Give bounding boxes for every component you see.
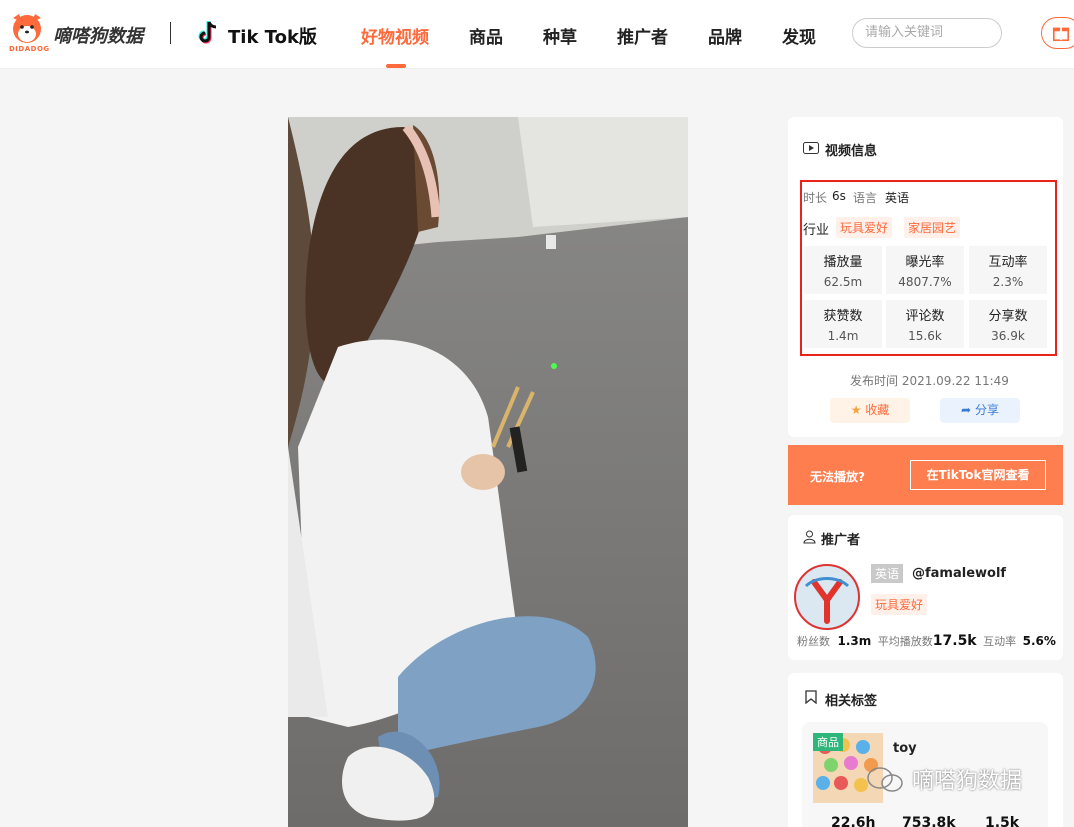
stat-exposure: 曝光率 4807.7% — [886, 246, 964, 294]
stat-value: 62.5m — [823, 275, 863, 289]
logo-text[interactable]: 嘀嗒狗数据 — [53, 22, 143, 48]
nav-discover[interactable]: 发现 — [782, 23, 816, 48]
avg-play-value: 17.5k — [932, 633, 977, 649]
video-player[interactable] — [288, 117, 688, 827]
share-label: 分享 — [974, 403, 999, 417]
stat-label: 评论数 — [905, 309, 945, 324]
stat-value: 36.9k — [991, 329, 1025, 343]
video-frame — [288, 117, 688, 827]
related-tag-name[interactable]: toy — [893, 741, 917, 756]
nav-videos[interactable]: 好物视频 — [361, 23, 429, 48]
gift-icon — [1052, 27, 1070, 42]
stat-label: 获赞数 — [823, 309, 863, 324]
product-badge: 商品 — [813, 733, 843, 751]
stat-label: 分享数 — [988, 309, 1028, 324]
related-tags-title: 相关标签 — [825, 694, 878, 709]
industry-label: 行业 — [803, 223, 830, 238]
engagement-value: 5.6% — [1022, 634, 1056, 648]
slingshot-avatar-image — [804, 577, 850, 624]
stat-value: 2.3% — [992, 275, 1024, 289]
stat-shares: 分享数 36.9k — [969, 300, 1047, 348]
stat-engagement: 互动率 2.3% — [969, 246, 1047, 294]
stat-value: 1.4m — [827, 329, 859, 343]
stat-value: 15.6k — [908, 329, 942, 343]
duration-label: 时长 — [803, 191, 828, 205]
platform-label: Tik Tok版 — [228, 27, 317, 48]
person-icon — [803, 530, 816, 544]
view-on-tiktok-button[interactable]: 在TikTok官网查看 — [910, 460, 1046, 490]
stat-plays: 播放量 62.5m — [804, 246, 882, 294]
industry-tag[interactable]: 家居园艺 — [904, 217, 961, 238]
share-button[interactable]: ➦ 分享 — [940, 398, 1020, 423]
promoter-handle[interactable]: @famalewolf — [912, 566, 1006, 581]
avg-play-label: 平均播放数 — [877, 635, 933, 648]
industry-tag[interactable]: 玩具爱好 — [836, 217, 893, 238]
collect-label: 收藏 — [865, 403, 890, 417]
collect-button[interactable]: ★ 收藏 — [830, 398, 910, 423]
related-tag-metric: 1.5k — [985, 815, 1020, 827]
followers-label: 粉丝数 — [797, 635, 830, 648]
publish-time: 发布时间 2021.09.22 11:49 — [850, 374, 1009, 388]
watermark-text: 嘀嗒狗数据 — [912, 769, 1023, 794]
star-icon: ★ — [850, 403, 862, 417]
active-nav-indicator — [386, 64, 406, 68]
gift-button[interactable] — [1041, 17, 1074, 49]
avatar[interactable] — [794, 564, 860, 630]
promoter-title: 推广者 — [821, 533, 861, 548]
logo-subtext: DIDADOG — [9, 45, 50, 53]
video-info-title: 视频信息 — [825, 144, 878, 159]
related-tag-metric: 22.6h — [831, 815, 876, 827]
stat-label: 曝光率 — [905, 255, 945, 270]
category-tag[interactable]: 玩具爱好 — [871, 594, 928, 615]
stat-label: 互动率 — [988, 255, 1028, 270]
tiktok-icon — [198, 21, 217, 44]
followers-value: 1.3m — [837, 634, 872, 648]
nav-products[interactable]: 商品 — [469, 23, 503, 48]
language-tag: 英语 — [871, 564, 904, 583]
stat-value: 4807.7% — [898, 275, 952, 289]
nav-brands[interactable]: 品牌 — [708, 23, 742, 48]
bookmark-icon — [805, 690, 817, 704]
share-icon: ➦ — [961, 403, 972, 417]
nav-promoters[interactable]: 推广者 — [617, 23, 668, 48]
language-value: 英语 — [885, 191, 910, 205]
promoter-stats: 粉丝数 1.3m 平均播放数17.5k 互动率 5.6% — [797, 633, 1056, 649]
stat-label: 播放量 — [823, 255, 863, 270]
stat-comments: 评论数 15.6k — [886, 300, 964, 348]
video-icon — [803, 142, 819, 154]
stat-likes: 获赞数 1.4m — [804, 300, 882, 348]
duration-value: 6s — [832, 189, 846, 203]
related-tag-metric: 753.8k — [902, 815, 956, 827]
nav-seeding[interactable]: 种草 — [543, 23, 577, 48]
header-divider — [170, 22, 171, 44]
search-input[interactable]: 请输入关键词 — [852, 18, 1002, 48]
engagement-label: 互动率 — [983, 635, 1017, 648]
wechat-icon — [867, 767, 903, 792]
language-label: 语言 — [853, 191, 878, 205]
top-header: DIDADOG 嘀嗒狗数据 Tik Tok版 好物视频 商品 种草 推广者 品牌… — [0, 0, 1074, 69]
cannot-play-text: 无法播放? — [810, 470, 865, 484]
